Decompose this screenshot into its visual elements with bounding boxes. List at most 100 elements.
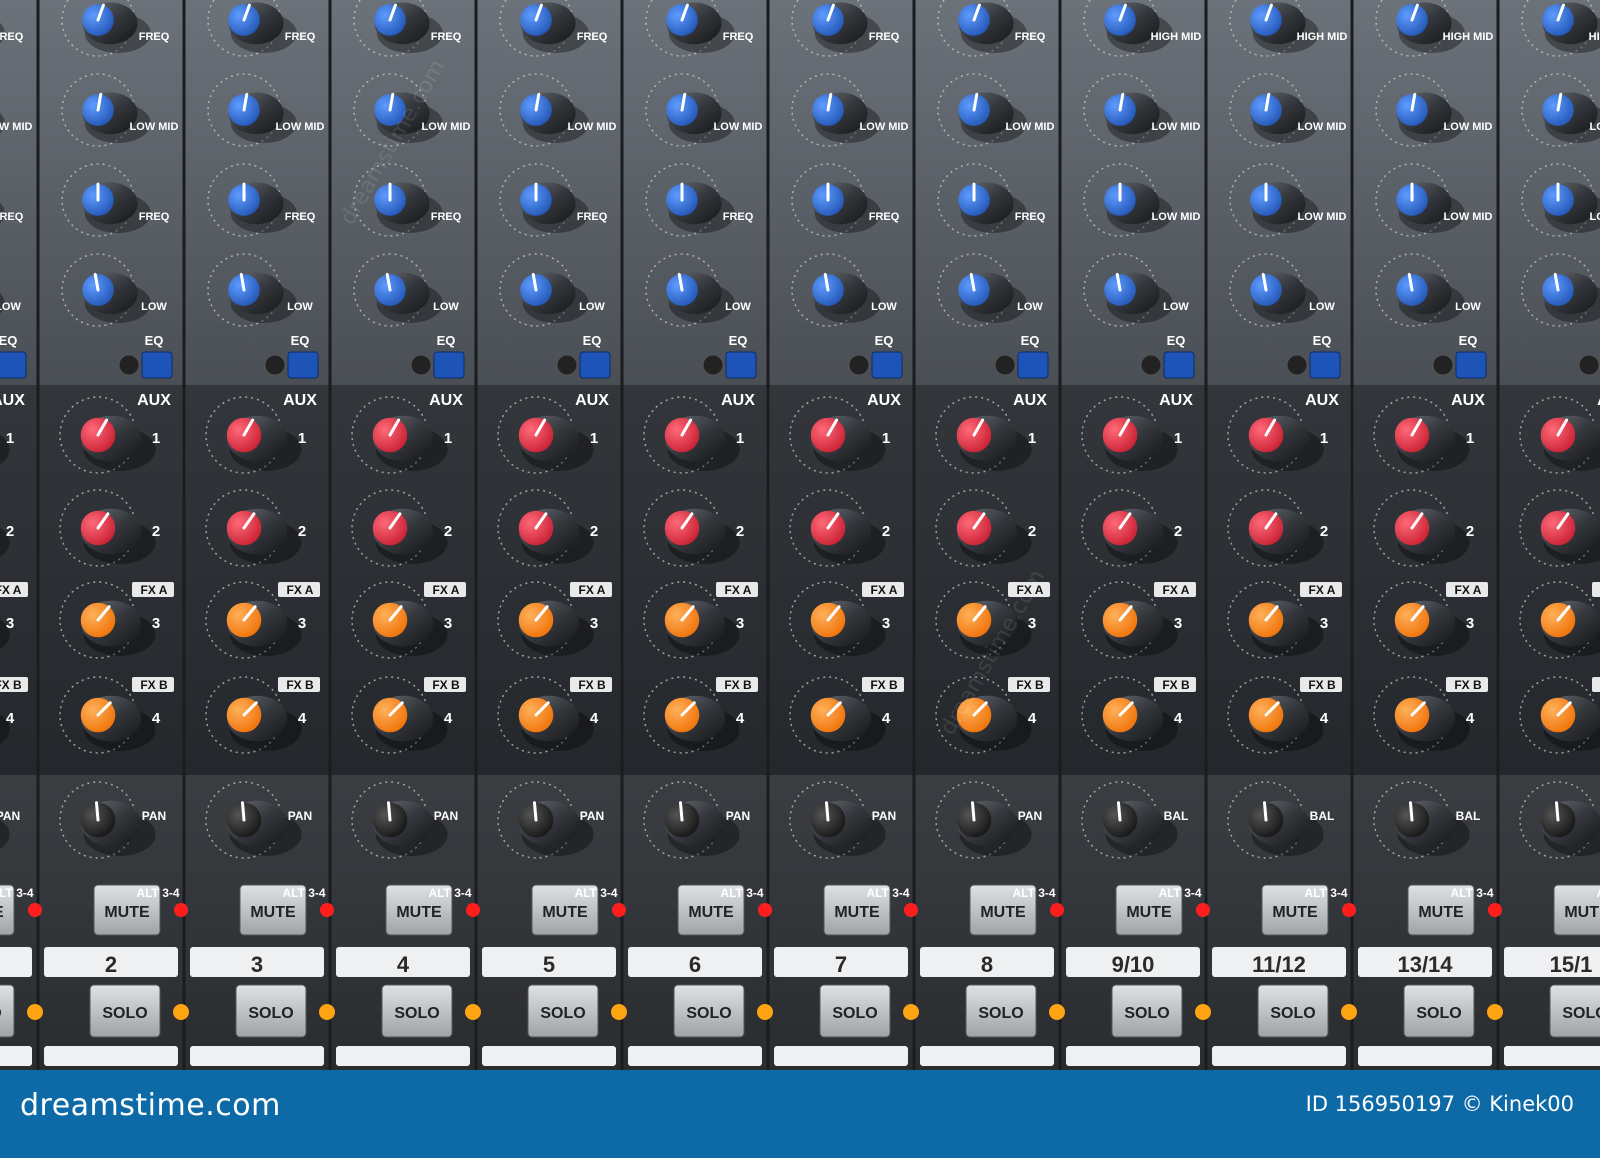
channel-label [0, 947, 32, 977]
eq-toggle-button[interactable] [871, 351, 903, 379]
solo-led [1049, 1004, 1065, 1020]
panel-label: FX B [1454, 678, 1482, 692]
panel-label: SOLO [978, 1005, 1023, 1022]
panel-label: SOLO [686, 1005, 731, 1022]
panel-label: AUX [721, 392, 755, 409]
panel-label: SOLO [102, 1005, 147, 1022]
panel-label: FX A [1163, 583, 1190, 597]
panel-label: 3 [298, 615, 306, 632]
panel-label: FREQ [1015, 31, 1046, 43]
fx-a-tag [1592, 582, 1600, 597]
mixing-console: FREQ LOW MID FREQ LOW EQ AUX 1 2 3 4 FX A FX B PAN MU… [0, 0, 1600, 1070]
solo-led [1195, 1004, 1211, 1020]
eq-toggle-button[interactable] [1017, 351, 1049, 379]
panel-label: AUX [867, 392, 901, 409]
panel-label: EQ [145, 333, 164, 348]
panel-label: 2 [1320, 523, 1328, 540]
eq-toggle-button[interactable] [1309, 351, 1341, 379]
scribble-strip [920, 1046, 1054, 1066]
panel-label: FX A [1309, 583, 1336, 597]
panel-label: 3 [1174, 615, 1182, 632]
panel-screw [1286, 354, 1308, 376]
panel-label: FREQ [723, 211, 754, 223]
panel-label: AUX [575, 392, 609, 409]
panel-label: 4 [590, 710, 599, 727]
panel-screw [1140, 354, 1162, 376]
solo-button[interactable] [0, 984, 15, 1038]
solo-led [757, 1004, 773, 1020]
panel-label: PAN [872, 809, 896, 823]
panel-label: LOW MID [1444, 211, 1493, 223]
panel-label: 1 [298, 430, 306, 447]
panel-label: EQ [1167, 333, 1186, 348]
panel-label: FREQ [285, 31, 316, 43]
panel-label: AUX [1013, 392, 1047, 409]
alt-led [1342, 903, 1356, 917]
panel-label: HIGH MID [1151, 31, 1202, 43]
panel-label: LOW MID [1444, 121, 1493, 133]
panel-label: 1 [1028, 430, 1036, 447]
panel-label: ALT 3-4 [866, 886, 909, 900]
panel-label: FREQ [577, 211, 608, 223]
panel-label: FREQ [0, 31, 24, 43]
eq-toggle-button[interactable] [1163, 351, 1195, 379]
panel-label: ALT 3-4 [1012, 886, 1055, 900]
panel-label: 4 [6, 710, 15, 727]
panel-label: FREQ [723, 31, 754, 43]
panel-label: PAN [726, 809, 750, 823]
panel-label: 1 [882, 430, 890, 447]
panel-label: SOLO [1270, 1005, 1315, 1022]
panel-label: AUX [283, 392, 317, 409]
panel-label: LOW MID [1152, 121, 1201, 133]
panel-label: 3 [152, 615, 160, 632]
image-credit: ID 156950197 © Kinek00 [1305, 1092, 1574, 1116]
panel-label: HIGH MID [1297, 31, 1348, 43]
panel-label: EQ [729, 333, 748, 348]
panel-label: FX A [0, 583, 22, 597]
panel-label: 2 [105, 952, 117, 977]
scribble-strip [482, 1046, 616, 1066]
panel-label: HIGH MID [1589, 31, 1600, 43]
panel-label: PAN [1018, 809, 1042, 823]
panel-label: 3 [736, 615, 744, 632]
panel-screw [556, 354, 578, 376]
eq-toggle-button[interactable] [141, 351, 173, 379]
knob-pointer [1554, 801, 1560, 822]
panel-label: FX A [579, 583, 606, 597]
eq-toggle-button[interactable] [0, 351, 27, 379]
scribble-strip [44, 1046, 178, 1066]
panel-label: FX B [870, 678, 898, 692]
scribble-strip [1504, 1046, 1600, 1066]
panel-label: 2 [6, 523, 14, 540]
panel-label: FREQ [869, 211, 900, 223]
eq-toggle-button[interactable] [1455, 351, 1487, 379]
panel-label: 2 [444, 523, 452, 540]
panel-label: ALT 3-4 [136, 886, 179, 900]
panel-label: MUTE [250, 904, 296, 921]
panel-label: 9/10 [1112, 952, 1155, 977]
eq-toggle-button[interactable] [287, 351, 319, 379]
panel-label: 3 [1466, 615, 1474, 632]
eq-toggle-button[interactable] [725, 351, 757, 379]
panel-label: SOLO [0, 1005, 2, 1022]
panel-label: FX B [1162, 678, 1190, 692]
panel-label: EQ [1459, 333, 1478, 348]
panel-label: FX A [1455, 583, 1482, 597]
panel-label: PAN [580, 809, 604, 823]
panel-label: MUTE [1418, 904, 1464, 921]
panel-label: LOW [1455, 301, 1481, 313]
panel-label: EQ [1021, 333, 1040, 348]
panel-label: FX A [433, 583, 460, 597]
panel-label: MUTE [1564, 904, 1600, 921]
panel-label: FX A [287, 583, 314, 597]
panel-label: 2 [736, 523, 744, 540]
eq-toggle-button[interactable] [433, 351, 465, 379]
panel-label: 4 [1174, 710, 1183, 727]
panel-label: MUTE [542, 904, 588, 921]
panel-label: 5 [543, 952, 555, 977]
panel-label: FX A [1017, 583, 1044, 597]
panel-label: 13/14 [1397, 952, 1453, 977]
panel-label: AUX [0, 392, 25, 409]
eq-toggle-button[interactable] [579, 351, 611, 379]
solo-led [1341, 1004, 1357, 1020]
